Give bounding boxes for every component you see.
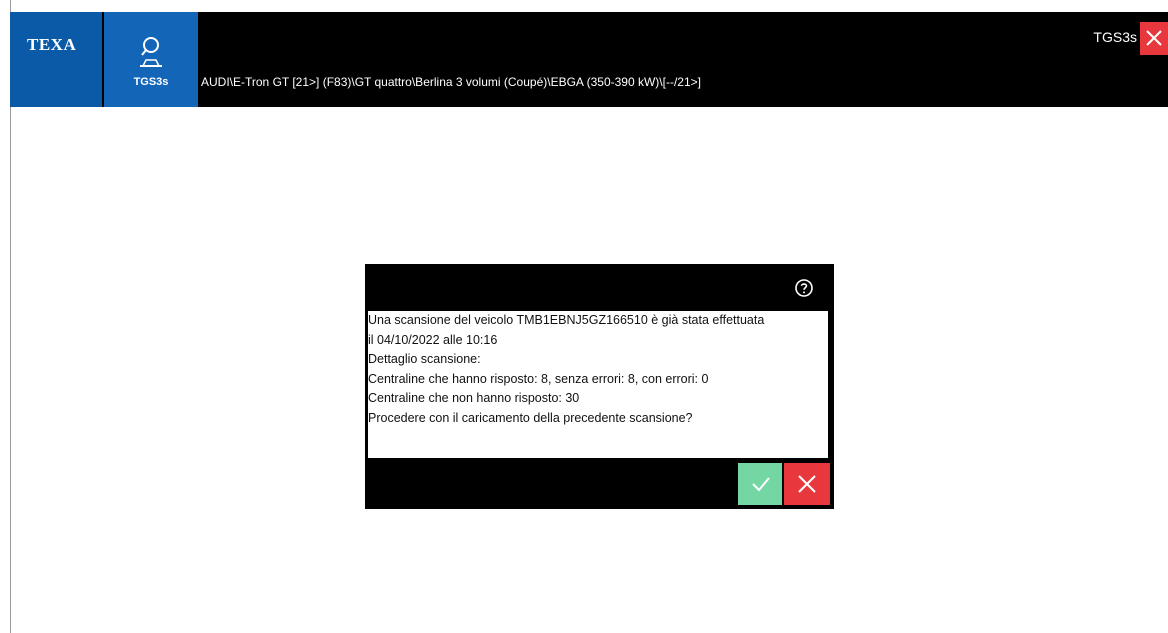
close-icon <box>1146 30 1162 46</box>
search-vehicle-icon <box>140 37 162 67</box>
previous-scan-dialog: Una scansione del veicolo TMB1EBNJ5GZ166… <box>365 264 834 509</box>
check-icon <box>752 477 770 492</box>
cancel-button[interactable] <box>784 463 830 505</box>
logo-text: TEXA <box>27 35 77 54</box>
app-name: TGS3s <box>1093 29 1137 45</box>
message-line: Procedere con il caricamento della prece… <box>368 410 693 425</box>
close-app-button[interactable] <box>1140 22 1168 55</box>
confirm-button[interactable] <box>738 463 782 505</box>
vehicle-breadcrumb: AUDI\E-Tron GT [21>] (F83)\GT quattro\Be… <box>201 75 701 89</box>
message-line: Centraline che non hanno risposto: 30 <box>368 391 580 405</box>
message-line: Centraline che hanno risposto: 8, senza … <box>368 371 709 386</box>
help-circle-icon[interactable] <box>794 278 814 298</box>
texa-logo: TEXA <box>10 12 102 107</box>
tgs3s-tool-button[interactable]: TGS3s <box>104 12 198 107</box>
top-bar: TEXA TGS3s AUDI\E-Tron GT [21>] (F83)\GT… <box>10 12 1168 107</box>
message-line: Dettaglio scansione: <box>368 352 481 366</box>
dialog-message: Una scansione del veicolo TMB1EBNJ5GZ166… <box>368 311 828 458</box>
close-icon <box>798 475 816 493</box>
message-line: Una scansione del veicolo TMB1EBNJ5GZ166… <box>368 313 765 327</box>
message-line: il 04/10/2022 alle 10:16 <box>368 332 498 347</box>
tool-label: TGS3s <box>133 76 169 88</box>
